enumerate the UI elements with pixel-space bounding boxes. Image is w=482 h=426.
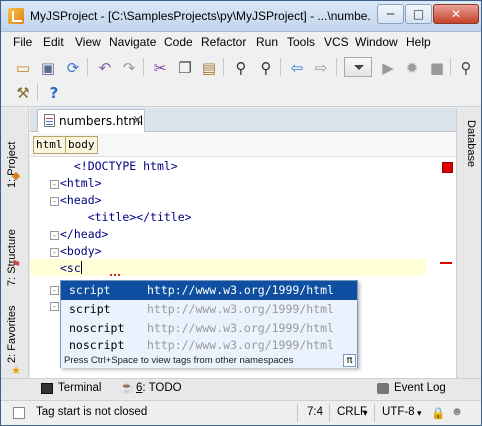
error-stripe — [440, 158, 456, 378]
error-underline — [110, 273, 120, 276]
file-encoding[interactable]: UTF-8 — [382, 406, 415, 418]
pi-icon[interactable]: π — [343, 354, 356, 367]
copy-icon[interactable]: ❐ — [176, 59, 194, 77]
editor-tabs: numbers.html × — [30, 108, 456, 132]
completion-item[interactable]: noscript http://www.w3.org/1999/html — [61, 336, 357, 355]
paste-icon[interactable]: ▤ — [200, 59, 218, 77]
current-line-highlight — [30, 259, 426, 276]
terminal-button[interactable]: Terminal — [58, 382, 101, 394]
forward-icon[interactable]: ⇨ — [312, 59, 330, 77]
todo-button[interactable]: 6: TODO — [136, 382, 182, 394]
tab-database[interactable]: Database — [465, 120, 477, 167]
error-status-icon[interactable] — [442, 162, 453, 173]
completion-popup: script http://www.w3.org/1999/html scrip… — [60, 280, 358, 368]
right-tool-strip: Database — [456, 108, 481, 378]
todo-icon: ☕ — [120, 382, 134, 394]
code-line-current: <sc — [60, 261, 82, 275]
menu-bar: File Edit View Navigate Code Refactor Ru… — [1, 32, 481, 53]
find-icon[interactable]: ⚲ — [232, 59, 250, 77]
window-title: MyJSProject - [C:\SamplesProjects\py\MyJ… — [30, 9, 370, 23]
code-line: <html> — [60, 176, 102, 190]
tab-label: numbers.html — [59, 114, 144, 128]
minimize-button[interactable]: ─ — [377, 4, 404, 24]
code-line: <!DOCTYPE html> — [73, 159, 178, 173]
encoding-chevron-icon: ▾ — [417, 408, 422, 418]
redo-icon[interactable]: ↷ — [120, 59, 138, 77]
replace-icon[interactable]: ⚲ — [257, 59, 275, 77]
code-line: </head> — [60, 227, 109, 241]
sync-icon[interactable]: ⟳ — [64, 59, 82, 77]
run-icon[interactable]: ▶ — [379, 59, 397, 77]
breadcrumb-body[interactable]: body — [65, 136, 98, 154]
main-toolbar: ▭ ▣ ⟳ ↶ ↷ ✂ ❐ ▤ ⚲ ⚲ ⇦ ⇨ ▶ ✹ ■ ⚲ ⚒ ? — [1, 53, 481, 107]
menu-help[interactable]: Help — [406, 35, 431, 49]
event-log-icon — [377, 383, 389, 394]
lock-icon[interactable]: 🔒 — [431, 406, 445, 420]
terminal-icon — [41, 383, 53, 394]
caret-position[interactable]: 7:4 — [307, 406, 323, 418]
code-line: <body> — [60, 244, 102, 258]
star-icon: ★ — [11, 364, 21, 377]
fold-marker[interactable]: - — [50, 231, 59, 240]
fold-marker[interactable]: - — [50, 286, 59, 295]
cut-icon[interactable]: ✂ — [151, 59, 169, 77]
search-everywhere-icon[interactable]: ⚲ — [457, 59, 475, 77]
debug-icon[interactable]: ✹ — [403, 59, 421, 77]
undo-icon[interactable]: ↶ — [96, 59, 114, 77]
menu-refactor[interactable]: Refactor — [201, 35, 246, 49]
error-marker[interactable] — [440, 262, 452, 264]
menu-file[interactable]: File — [13, 35, 32, 49]
status-toggle-icon[interactable] — [13, 407, 25, 419]
completion-item[interactable]: script http://www.w3.org/1999/html — [61, 300, 357, 319]
html-file-icon — [44, 114, 55, 127]
event-log-button[interactable]: Event Log — [394, 382, 446, 394]
code-line: <title></title> — [87, 210, 192, 224]
status-bar: Tag start is not closed 7:4 CRLF ▾ UTF-8… — [1, 400, 481, 425]
breadcrumb: html body — [30, 133, 456, 157]
menu-vcs[interactable]: VCS — [324, 35, 349, 49]
stop-icon[interactable]: ■ — [428, 59, 446, 77]
text-cursor — [80, 261, 82, 274]
fold-marker[interactable]: - — [50, 197, 59, 206]
menu-tools[interactable]: Tools — [287, 35, 315, 49]
back-icon[interactable]: ⇦ — [288, 59, 306, 77]
menu-view[interactable]: View — [75, 35, 101, 49]
menu-code[interactable]: Code — [164, 35, 193, 49]
run-config-dropdown[interactable] — [344, 57, 372, 77]
menu-run[interactable]: Run — [256, 35, 278, 49]
maximize-button[interactable]: □ — [405, 4, 432, 24]
status-message: Tag start is not closed — [36, 406, 148, 418]
fold-marker[interactable]: - — [50, 180, 59, 189]
structure-icon: ⚑ — [11, 258, 21, 271]
title-bar: MyJSProject - [C:\SamplesProjects\py\MyJ… — [1, 1, 481, 32]
tab-numbers-html[interactable]: numbers.html × — [37, 109, 145, 132]
bottom-tool-bar: Terminal ☕ 6: TODO Event Log — [1, 378, 481, 399]
code-line: <head> — [60, 193, 102, 207]
close-button[interactable]: ✕ — [433, 4, 479, 24]
close-tab-icon[interactable]: × — [132, 113, 143, 128]
pycharm-logo-icon — [8, 8, 24, 24]
completion-item[interactable]: script http://www.w3.org/1999/html — [61, 281, 357, 300]
line-separator-chevron-icon: ▾ — [363, 408, 368, 418]
menu-navigate[interactable]: Navigate — [109, 35, 156, 49]
menu-edit[interactable]: Edit — [43, 35, 64, 49]
menu-window[interactable]: Window — [355, 35, 398, 49]
ide-window: MyJSProject - [C:\SamplesProjects\py\MyJ… — [0, 0, 482, 426]
inspector-icon[interactable]: ☻ — [451, 406, 463, 418]
help-icon[interactable]: ? — [45, 84, 63, 102]
fold-marker[interactable]: - — [50, 302, 59, 311]
tab-favorites[interactable]: 2: Favorites — [6, 306, 18, 363]
breadcrumb-html[interactable]: html — [33, 136, 66, 154]
completion-hint: Press Ctrl+Space to view tags from other… — [61, 354, 357, 368]
save-icon[interactable]: ▣ — [39, 59, 57, 77]
open-folder-icon[interactable]: ▭ — [14, 59, 32, 77]
project-icon: ◆ — [11, 169, 21, 182]
left-tool-strip: 1: Project ◆ 7: Structure ⚑ 2: Favorites… — [1, 108, 29, 378]
fold-marker[interactable]: - — [50, 248, 59, 257]
settings-icon[interactable]: ⚒ — [14, 84, 32, 102]
